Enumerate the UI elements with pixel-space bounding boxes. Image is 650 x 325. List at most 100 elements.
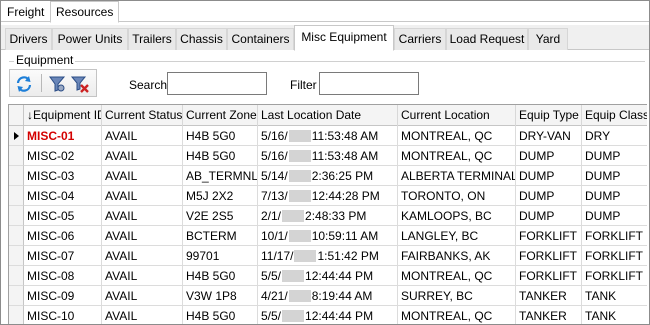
refresh-icon[interactable] [14, 74, 34, 94]
time-part: 12:44:44 PM [305, 309, 374, 323]
cell-current-status: AVAIL [102, 286, 183, 306]
cell-equip-class: TANK [582, 306, 647, 324]
cell-equip-class: FORKLIFT [582, 226, 647, 246]
row-selector[interactable] [9, 266, 24, 286]
header-equip-class[interactable]: Equip Class [582, 105, 647, 126]
row-selector[interactable] [9, 166, 24, 186]
header-current-status[interactable]: Current Status [102, 105, 183, 126]
cell-equip-type: DUMP [516, 166, 582, 186]
time-part: 11:53:48 AM [311, 149, 379, 163]
time-part: 12:44:28 PM [311, 189, 380, 203]
cell-current-zone: AB_TERMNL [183, 166, 258, 186]
cell-current-location: MONTREAL, QC [398, 266, 516, 286]
cell-equip-type: FORKLIFT [516, 226, 582, 246]
time-part: 8:19:44 AM [311, 289, 373, 303]
tab-load-request[interactable]: Load Request [446, 28, 528, 50]
redacted-year [288, 150, 311, 162]
cell-equip-type: FORKLIFT [516, 266, 582, 286]
table-row[interactable]: MISC-05 AVAIL V2E 2S5 2/1/2:48:33 PM KAMLOOP… [9, 206, 647, 226]
tab-power-units[interactable]: Power Units [52, 28, 128, 50]
cell-current-status: AVAIL [102, 246, 183, 266]
tab-trailers[interactable]: Trailers [128, 28, 176, 50]
cell-last-location-date: 10/1/10:59:11 AM [258, 226, 398, 246]
tab-resources[interactable]: Resources [50, 1, 120, 23]
cell-equip-class: DUMP [582, 206, 647, 226]
cell-current-status: AVAIL [102, 306, 183, 324]
cell-equipment-id: MISC-02 [24, 146, 102, 166]
cell-last-location-date: 5/16/11:53:48 AM [258, 146, 398, 166]
clear-filter-icon[interactable] [70, 74, 90, 94]
tab-containers[interactable]: Containers [227, 28, 294, 50]
table-row[interactable]: MISC-06 AVAIL BCTERM 10/1/10:59:11 AM LANGLE… [9, 226, 647, 246]
tab-yard[interactable]: Yard [528, 28, 568, 50]
cell-current-location: MONTREAL, QC [398, 126, 516, 146]
filter-rows-icon[interactable] [47, 74, 67, 94]
tab-freight[interactable]: Freight [2, 3, 49, 22]
cell-equip-type: DUMP [516, 206, 582, 226]
cell-current-status: AVAIL [102, 166, 183, 186]
cell-current-status: AVAIL [102, 206, 183, 226]
date-part: 5/16/ [261, 129, 288, 143]
cell-current-zone: V3W 1P8 [183, 286, 258, 306]
time-part: 10:59:11 AM [311, 229, 379, 243]
cell-current-zone: H4B 5G0 [183, 126, 258, 146]
current-row-arrow-icon [14, 132, 19, 140]
table-row[interactable]: MISC-07 AVAIL 99701 11/17/1:51:42 PM FAIRBAN… [9, 246, 647, 266]
tab-chassis[interactable]: Chassis [176, 28, 227, 50]
filter-input[interactable] [319, 72, 419, 95]
row-selector[interactable] [9, 186, 24, 206]
cell-equipment-id: MISC-03 [24, 166, 102, 186]
table-row[interactable]: MISC-02 AVAIL H4B 5G0 5/16/11:53:48 AM MONTR… [9, 146, 647, 166]
table-row[interactable]: MISC-09 AVAIL V3W 1P8 4/21/8:19:44 AM SURREY… [9, 286, 647, 306]
cell-last-location-date: 7/13/12:44:28 PM [258, 186, 398, 206]
time-part: 11:53:48 AM [311, 129, 379, 143]
cell-current-status: AVAIL [102, 226, 183, 246]
cell-equipment-id: MISC-06 [24, 226, 102, 246]
table-row[interactable]: MISC-08 AVAIL H4B 5G0 5/5/12:44:44 PM MONTRE… [9, 266, 647, 286]
row-selector[interactable] [9, 126, 24, 146]
cell-equip-type: TANKER [516, 306, 582, 324]
header-last-location-date[interactable]: Last Location Date [258, 105, 398, 126]
cell-current-status: AVAIL [102, 126, 183, 146]
cell-equip-class: FORKLIFT [582, 246, 647, 266]
row-selector[interactable] [9, 306, 24, 324]
group-title: Equipment [14, 53, 76, 67]
header-equipment-id[interactable]: ↓Equipment ID [24, 105, 102, 126]
header-equip-type[interactable]: Equip Type [516, 105, 582, 126]
cell-equip-type: TANKER [516, 286, 582, 306]
tab-misc-equipment[interactable]: Misc Equipment [294, 25, 394, 51]
row-selector[interactable] [9, 146, 24, 166]
header-current-location[interactable]: Current Location [398, 105, 516, 126]
cell-equipment-id: MISC-04 [24, 186, 102, 206]
redacted-year [282, 270, 305, 282]
tab-drivers[interactable]: Drivers [5, 28, 52, 50]
cell-equipment-id: MISC-05 [24, 206, 102, 226]
cell-equipment-id: MISC-08 [24, 266, 102, 286]
time-part: 12:44:44 PM [305, 269, 374, 283]
cell-current-location: MONTREAL, QC [398, 146, 516, 166]
search-input[interactable] [167, 72, 267, 95]
row-selector[interactable] [9, 206, 24, 226]
date-part: 10/1/ [261, 229, 288, 243]
header-current-zone[interactable]: Current Zone [183, 105, 258, 126]
date-part: 5/14/ [261, 169, 288, 183]
table-row[interactable]: MISC-04 AVAIL M5J 2X2 7/13/12:44:28 PM TORON… [9, 186, 647, 206]
date-part: 5/5/ [261, 269, 282, 283]
table-row[interactable]: MISC-10 AVAIL H4B 5G0 5/5/12:44:44 PM MONTRE… [9, 306, 647, 324]
grid-header: ↓Equipment ID Current Status Current Zon… [9, 105, 647, 126]
cell-last-location-date: 5/5/12:44:44 PM [258, 306, 398, 324]
cell-last-location-date: 5/16/11:53:48 AM [258, 126, 398, 146]
row-selector[interactable] [9, 286, 24, 306]
row-selector[interactable] [9, 246, 24, 266]
row-selector[interactable] [9, 226, 24, 246]
cell-current-zone: H4B 5G0 [183, 146, 258, 166]
redacted-year [288, 230, 311, 242]
cell-last-location-date: 5/5/12:44:44 PM [258, 266, 398, 286]
redacted-year [288, 130, 311, 142]
cell-equip-class: DRY [582, 126, 647, 146]
table-row[interactable]: MISC-03 AVAIL AB_TERMNL 5/14/2:36:25 PM ALBE… [9, 166, 647, 186]
table-row[interactable]: MISC-01 AVAIL H4B 5G0 5/16/11:53:48 AM MONTR… [9, 126, 647, 146]
tab-carriers[interactable]: Carriers [394, 28, 446, 50]
cell-equip-type: FORKLIFT [516, 246, 582, 266]
date-part: 5/16/ [261, 149, 288, 163]
